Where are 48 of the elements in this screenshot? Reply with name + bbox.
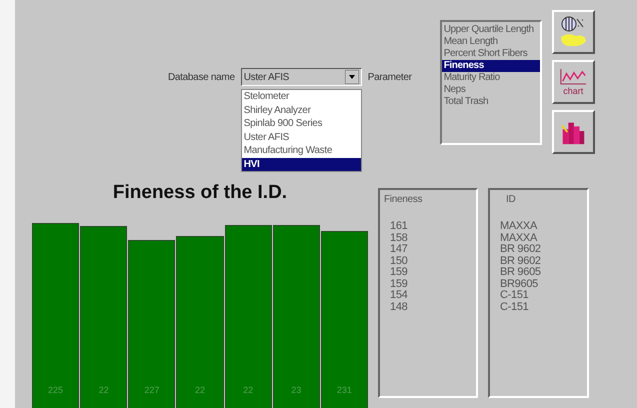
pie-chart-button[interactable] [552, 10, 595, 54]
bar-chart-button[interactable] [552, 110, 595, 154]
fineness-value: 148 [390, 302, 408, 313]
dropdown-arrow-icon[interactable] [344, 70, 359, 84]
bar-label: 22 [243, 385, 254, 395]
parameter-item[interactable]: Total Trash [442, 96, 540, 108]
bar-label: 22 [194, 385, 205, 395]
bar-label: 225 [48, 385, 64, 395]
database-label: Database name [168, 72, 235, 82]
id-value: C-151 [500, 290, 530, 302]
dropdown-option[interactable]: HVI [242, 158, 361, 171]
chart-button[interactable]: chart [552, 60, 595, 104]
fineness-heading: Fineness [384, 194, 424, 205]
id-heading: ID [505, 194, 516, 205]
fineness-value: 161 [390, 221, 408, 232]
id-value: BR 9602 [500, 244, 542, 256]
id-value: C-151 [500, 302, 530, 313]
bar-label: 227 [144, 385, 160, 395]
line-chart-icon [559, 68, 588, 85]
fineness-value: 159 [390, 278, 408, 290]
fineness-value: 150 [390, 256, 408, 267]
fineness-value: 154 [390, 290, 408, 302]
chart-title: Fineness of the I.D. [112, 182, 288, 205]
dropdown-option[interactable]: Stelometer [242, 90, 361, 104]
parameter-item[interactable]: Maturity Ratio [442, 72, 540, 84]
bar-label: 231 [336, 385, 352, 395]
globe-icon [558, 15, 588, 49]
id-value: BR 9605 [500, 267, 542, 278]
dropdown-option[interactable]: Spinlab 900 Series [242, 117, 361, 130]
parameter-item[interactable]: Fineness [442, 60, 540, 72]
id-value: MAXXA [500, 221, 538, 232]
fineness-value: 147 [390, 244, 408, 256]
dropdown-option[interactable]: Shirley Analyzer [242, 104, 361, 117]
id-value: BR 9602 [500, 256, 542, 267]
bar-label: 22 [98, 385, 109, 395]
fineness-value: 158 [390, 232, 408, 244]
parameter-item[interactable]: Mean Length [442, 36, 540, 48]
parameter-item[interactable]: Percent Short Fibers [442, 48, 540, 60]
bar-label: 23 [291, 385, 302, 395]
parameter-item[interactable]: Upper Quartile Length [442, 24, 540, 36]
fineness-value: 159 [390, 267, 408, 278]
parameter-label: Parameter [368, 72, 412, 82]
dropdown-option[interactable]: Manufacturing Waste [242, 144, 361, 158]
id-value: BR9605 [500, 278, 539, 290]
database-dropdown[interactable]: Uster AFIS [240, 68, 362, 86]
dropdown-option[interactable]: Uster AFIS [242, 130, 361, 144]
id-value: MAXXA [500, 232, 538, 244]
parameter-item[interactable]: Neps [442, 84, 540, 96]
